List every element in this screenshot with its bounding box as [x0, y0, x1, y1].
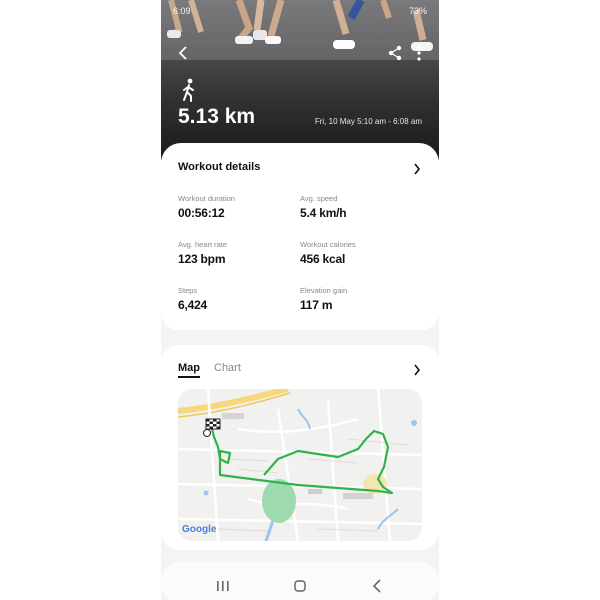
share-icon[interactable]: [387, 44, 403, 62]
route-map-canvas: [178, 389, 422, 541]
status-battery: 73%: [408, 6, 427, 16]
stat-value: 00:56:12: [178, 206, 225, 220]
stat-value: 117 m: [300, 298, 333, 312]
tab-map[interactable]: Map: [178, 362, 200, 378]
status-bar: 6:09 73%: [161, 0, 439, 22]
stat-value: 5.4 km/h: [300, 206, 347, 220]
hero-toolbar: [161, 44, 439, 62]
stat-label: Workout duration: [178, 194, 235, 203]
workout-details-card[interactable]: Workout details Workout duration 00:56:1…: [161, 143, 439, 330]
workout-details-title: Workout details: [178, 161, 261, 173]
tab-chart[interactable]: Chart: [214, 362, 241, 378]
status-time: 6:09: [173, 6, 191, 16]
stat-avg-speed: Avg. speed 5.4 km/h: [300, 194, 347, 220]
stat-value: 456 kcal: [300, 252, 346, 266]
chevron-right-icon[interactable]: [413, 163, 421, 175]
chevron-left-icon[interactable]: [175, 44, 193, 62]
stat-calories: Workout calories 456 kcal: [300, 240, 356, 266]
stat-elevation: Elevation gain 117 m: [300, 286, 347, 312]
google-attribution: Google: [182, 524, 216, 535]
stat-label: Avg. speed: [300, 194, 338, 203]
map-chart-card: Map Chart Google: [161, 345, 439, 550]
google-logo-text: Google: [182, 524, 217, 535]
stat-duration: Workout duration 00:56:12: [178, 194, 235, 220]
more-vert-icon[interactable]: [413, 44, 425, 62]
stat-label: Workout calories: [300, 240, 356, 249]
stat-label: Steps: [178, 286, 198, 295]
chevron-right-icon[interactable]: [413, 364, 421, 376]
stat-label: Elevation gain: [300, 286, 348, 295]
stat-steps: Steps 6,424: [178, 286, 207, 312]
stat-value: 6,424: [178, 298, 208, 312]
hero-banner: 6:09 73% 5.13 km Fri, 10 May 5:10 am - 6…: [161, 0, 439, 160]
recent-apps-icon[interactable]: [213, 578, 233, 594]
workout-distance: 5.13 km: [178, 105, 256, 128]
app-screen: 6:09 73% 5.13 km Fri, 10 May 5:10 am - 6…: [161, 0, 439, 600]
stat-value: 123 bpm: [178, 252, 226, 266]
stat-label: Avg. heart rate: [178, 240, 228, 249]
home-icon[interactable]: [290, 578, 310, 594]
walking-icon: [183, 78, 194, 102]
workout-date-range: Fri, 10 May 5:10 am - 6:08 am: [314, 117, 422, 126]
map-chart-tabs: Map Chart: [178, 362, 241, 378]
back-nav-icon[interactable]: [368, 578, 388, 594]
system-nav-bar: [161, 572, 439, 600]
stat-heart-rate: Avg. heart rate 123 bpm: [178, 240, 227, 266]
route-map[interactable]: Google: [178, 389, 422, 541]
